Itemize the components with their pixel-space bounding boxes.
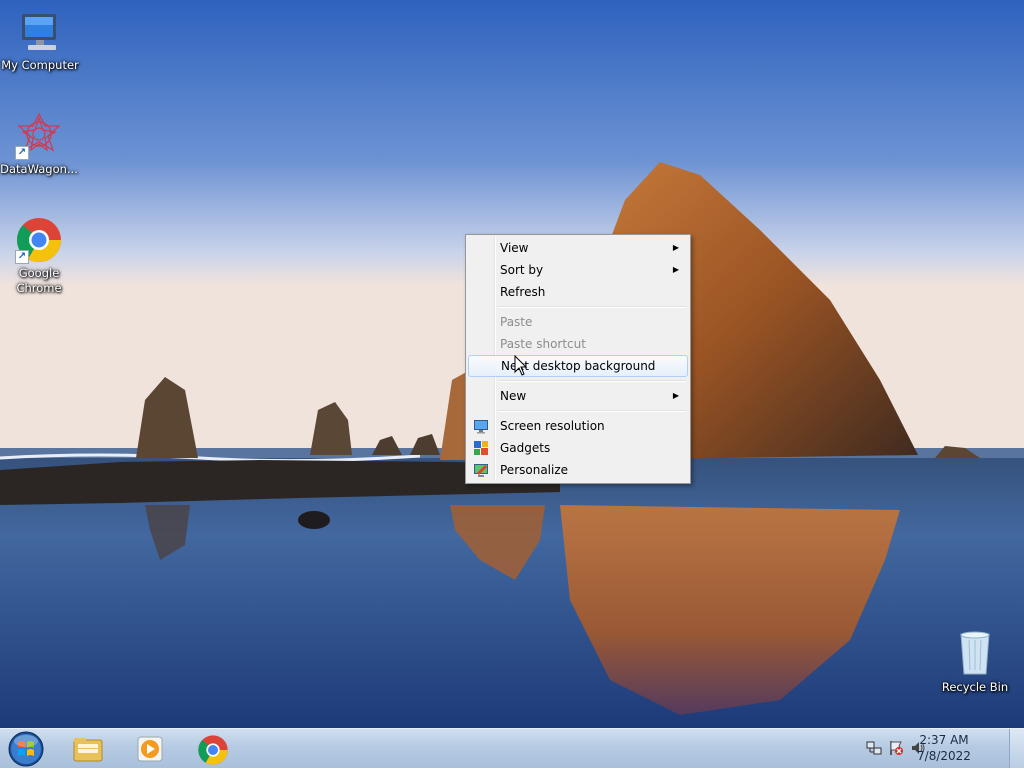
- desktop-icon-google-chrome[interactable]: ↗ Google Chrome: [0, 216, 79, 296]
- action-center-flag-icon[interactable]: [888, 740, 904, 756]
- menu-item-label: Gadgets: [500, 441, 551, 455]
- menu-item-label: Sort by: [500, 263, 544, 277]
- system-tray: 2:37 AM 7/8/2022: [854, 729, 1024, 769]
- menu-item-next-desktop-background[interactable]: Next desktop background: [468, 355, 688, 377]
- network-icon[interactable]: [866, 740, 882, 756]
- menu-item-label: View: [500, 241, 529, 255]
- chrome-icon: [198, 735, 228, 765]
- desktop-icon-label: Recycle Bin: [941, 680, 1009, 694]
- menu-item-new[interactable]: New ▶: [468, 385, 688, 407]
- menu-item-label: Paste shortcut: [500, 337, 586, 351]
- file-explorer-icon: [73, 738, 103, 762]
- show-desktop-button[interactable]: [1009, 729, 1024, 768]
- desktop[interactable]: My Computer ↗ DataWagon... ↗ Google Chro…: [0, 0, 1024, 728]
- menu-item-screen-resolution[interactable]: Screen resolution: [468, 415, 688, 437]
- menu-item-paste-shortcut: Paste shortcut: [468, 333, 688, 355]
- personalize-icon: [473, 462, 489, 478]
- menu-item-label: New: [500, 389, 527, 403]
- start-button[interactable]: [7, 730, 45, 768]
- submenu-arrow-icon: ▶: [672, 265, 679, 274]
- taskbar-chrome[interactable]: [186, 731, 242, 767]
- recycle-bin-icon: [951, 630, 999, 678]
- menu-item-label: Paste: [500, 315, 533, 329]
- menu-separator: [498, 410, 686, 412]
- chrome-icon: ↗: [15, 216, 63, 264]
- menu-item-sort-by[interactable]: Sort by ▶: [468, 259, 688, 281]
- desktop-icon-label: Google Chrome: [16, 266, 62, 295]
- menu-item-gadgets[interactable]: Gadgets: [468, 437, 688, 459]
- media-player-icon: [137, 736, 163, 762]
- desktop-icon-label: My Computer: [1, 58, 79, 72]
- monitor-icon: [473, 418, 489, 434]
- menu-separator: [498, 380, 686, 382]
- menu-item-personalize[interactable]: Personalize: [468, 459, 688, 481]
- desktop-icon-label: DataWagon...: [0, 162, 78, 176]
- menu-item-refresh[interactable]: Refresh: [468, 281, 688, 303]
- menu-item-label: Screen resolution: [500, 419, 605, 433]
- desktop-icon-recycle-bin[interactable]: Recycle Bin: [935, 630, 1015, 695]
- datawagon-icon: ↗: [15, 112, 63, 160]
- mouse-cursor-icon: [514, 355, 528, 376]
- shortcut-arrow-icon: ↗: [15, 146, 29, 160]
- clock-date: 7/8/2022: [917, 749, 971, 763]
- taskbar-media-player[interactable]: [124, 731, 180, 767]
- desktop-context-menu: View ▶ Sort by ▶ Refresh Paste Paste sho…: [465, 234, 691, 484]
- gadgets-icon: [473, 440, 489, 456]
- menu-separator: [498, 306, 686, 308]
- menu-item-view[interactable]: View ▶: [468, 237, 688, 259]
- submenu-arrow-icon: ▶: [672, 391, 679, 400]
- submenu-arrow-icon: ▶: [672, 243, 679, 252]
- taskbar-file-explorer[interactable]: [62, 731, 118, 767]
- menu-item-label: Refresh: [500, 285, 546, 299]
- clock-time: 2:37 AM: [919, 733, 969, 747]
- taskbar: 2:37 AM 7/8/2022: [0, 728, 1024, 768]
- menu-item-label: Personalize: [500, 463, 569, 477]
- shortcut-arrow-icon: ↗: [15, 250, 29, 264]
- desktop-icon-my-computer[interactable]: My Computer: [0, 8, 80, 73]
- computer-icon: [16, 8, 64, 56]
- desktop-icon-datawagon[interactable]: ↗ DataWagon...: [0, 112, 79, 177]
- menu-item-paste: Paste: [468, 311, 688, 333]
- clock[interactable]: 2:37 AM 7/8/2022: [914, 732, 974, 764]
